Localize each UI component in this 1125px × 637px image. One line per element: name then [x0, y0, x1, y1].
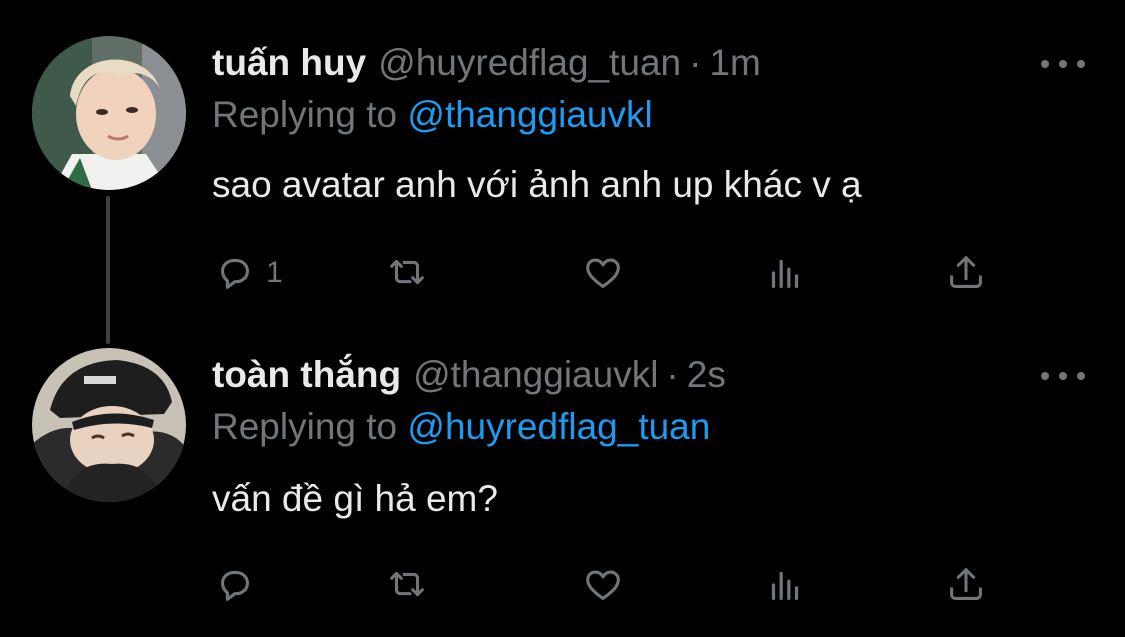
tweet-header: tuấn huy @huyredflag_tuan · 1m	[212, 39, 761, 87]
separator: ·	[689, 42, 702, 83]
like-button[interactable]	[580, 248, 626, 298]
avatar[interactable]	[32, 348, 186, 502]
replying-prefix: Replying to	[212, 94, 398, 135]
display-name[interactable]: toàn thắng	[212, 354, 401, 395]
like-icon	[586, 258, 620, 288]
share-icon	[950, 568, 982, 600]
retweet-button[interactable]	[384, 248, 430, 298]
analytics-button[interactable]	[762, 248, 808, 298]
retweet-icon	[390, 571, 424, 597]
retweet-button[interactable]	[384, 560, 430, 610]
share-button[interactable]	[943, 248, 989, 298]
more-icon[interactable]	[1041, 54, 1085, 74]
like-button[interactable]	[580, 560, 626, 610]
replying-to: Replying to @thanggiauvkl	[212, 91, 653, 139]
like-icon	[586, 570, 620, 600]
tweet-text: vấn đề gì hả em?	[212, 478, 498, 519]
separator: ·	[666, 354, 679, 395]
tweet-header: toàn thắng @thanggiauvkl · 2s	[212, 351, 726, 399]
reply-button[interactable]: 1	[212, 248, 283, 298]
timestamp[interactable]: 1m	[709, 42, 760, 83]
more-icon[interactable]	[1041, 366, 1085, 386]
tweet[interactable]: tuấn huy @huyredflag_tuan · 1m Replying to …	[0, 0, 1125, 344]
mention-link[interactable]: @huyredflag_tuan	[407, 406, 710, 447]
replying-prefix: Replying to	[212, 406, 398, 447]
reply-button[interactable]	[212, 560, 266, 610]
tweet-text: sao avatar anh với ảnh anh up khác v ạ	[212, 164, 862, 205]
display-name[interactable]: tuấn huy	[212, 42, 366, 83]
retweet-icon	[390, 259, 424, 285]
handle[interactable]: @huyredflag_tuan	[378, 42, 681, 83]
action-bar	[212, 560, 992, 610]
action-bar: 1	[212, 248, 992, 298]
timestamp[interactable]: 2s	[687, 354, 726, 395]
tweet[interactable]: toàn thắng @thanggiauvkl · 2s Replying to @…	[0, 320, 1125, 637]
analytics-button[interactable]	[762, 560, 808, 610]
avatar[interactable]	[32, 36, 186, 190]
reply-icon	[221, 259, 249, 289]
analytics-icon	[771, 259, 799, 289]
analytics-icon	[771, 571, 799, 601]
reply-count: 1	[266, 256, 283, 289]
handle[interactable]: @thanggiauvkl	[413, 354, 658, 395]
mention-link[interactable]: @thanggiauvkl	[407, 94, 652, 135]
reply-icon	[221, 571, 249, 601]
share-icon	[950, 256, 982, 288]
share-button[interactable]	[943, 560, 989, 610]
replying-to: Replying to @huyredflag_tuan	[212, 403, 710, 451]
